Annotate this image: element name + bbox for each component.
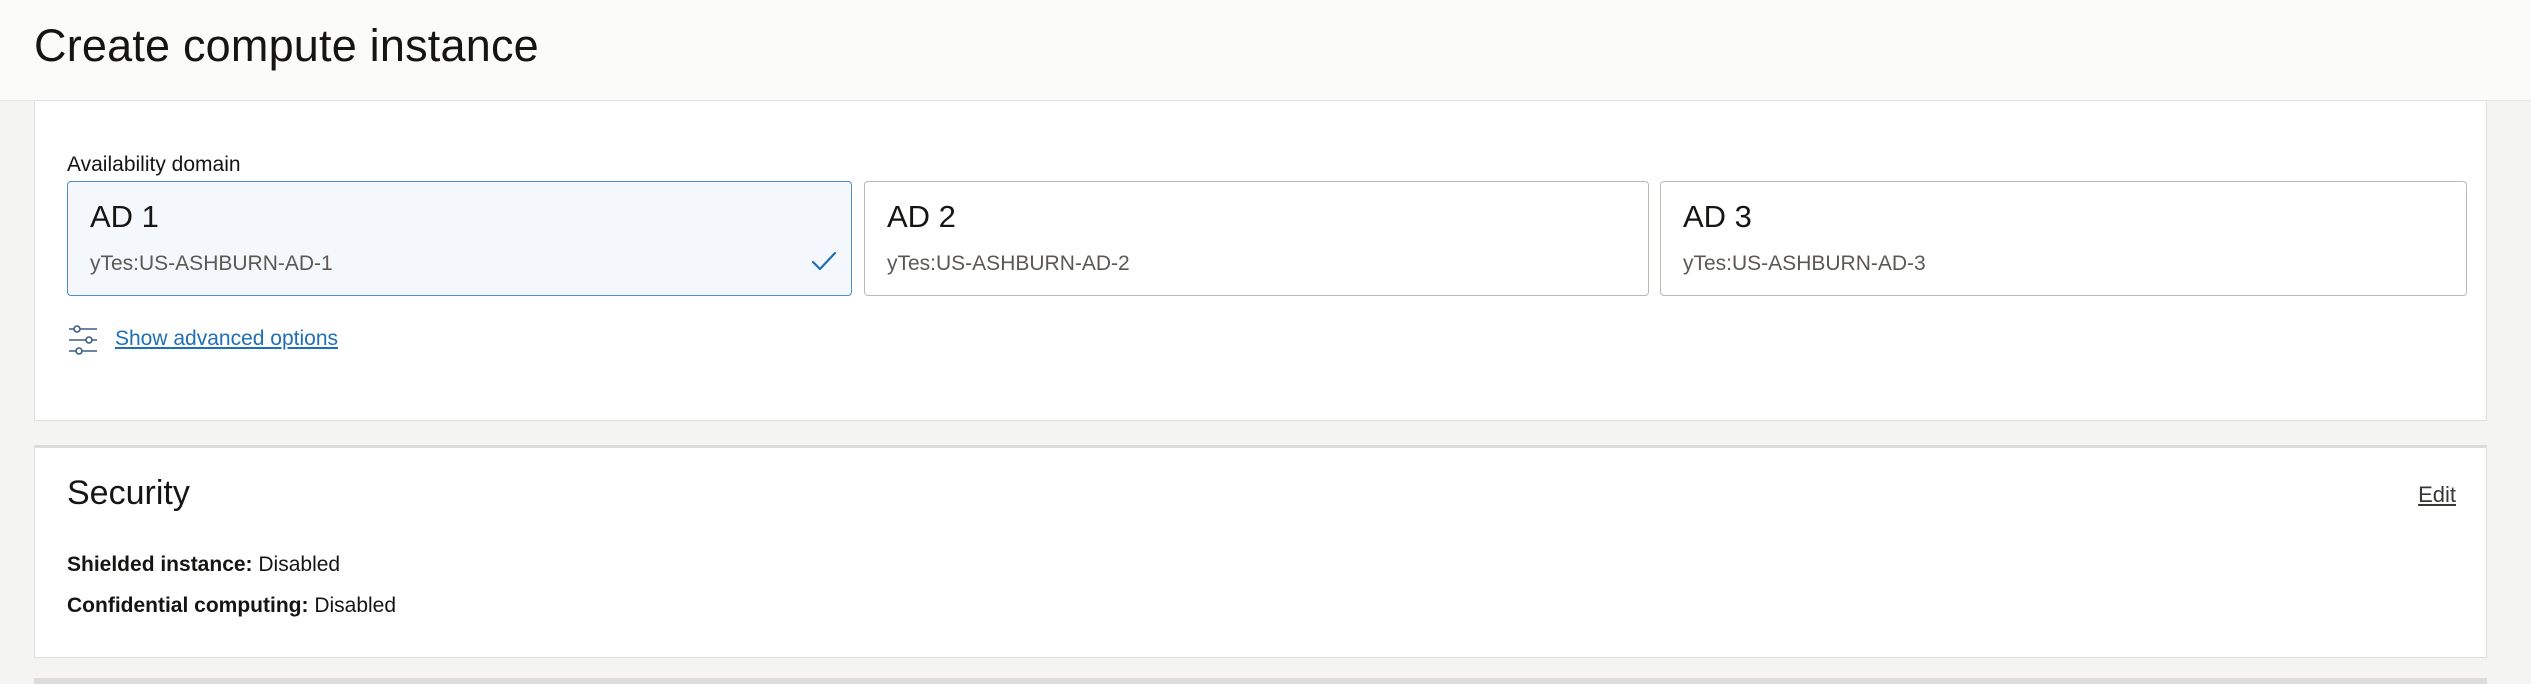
availability-domain-label: Availability domain (67, 153, 241, 176)
shielded-instance-label: Shielded instance: (67, 553, 253, 576)
security-edit-link[interactable]: Edit (2418, 482, 2456, 508)
ad-card-subtitle: yTes:US-ASHBURN-AD-3 (1683, 252, 1926, 275)
sliders-icon (69, 325, 97, 355)
check-icon (811, 251, 837, 271)
confidential-computing-value: Disabled (314, 594, 397, 617)
ad-card-title: AD 3 (1683, 199, 1752, 234)
page-header: Create compute instance (0, 0, 2531, 101)
ad-card-title: AD 1 (90, 199, 159, 234)
ad-card-2[interactable]: AD 2 yTes:US-ASHBURN-AD-2 (864, 181, 1649, 296)
page-title: Create compute instance (34, 20, 539, 71)
ad-card-subtitle: yTes:US-ASHBURN-AD-1 (90, 252, 333, 275)
ad-card-3[interactable]: AD 3 yTes:US-ASHBURN-AD-3 (1660, 181, 2467, 296)
confidential-computing-line: Confidential computing: Disabled (67, 594, 396, 618)
ad-card-title: AD 2 (887, 199, 956, 234)
placement-panel: Availability domain AD 1 yTes:US-ASHBURN… (34, 101, 2487, 421)
security-title: Security (67, 474, 190, 512)
ad-card-1[interactable]: AD 1 yTes:US-ASHBURN-AD-1 (67, 181, 852, 296)
next-panel-edge (34, 678, 2487, 684)
ad-card-subtitle: yTes:US-ASHBURN-AD-2 (887, 252, 1130, 275)
security-panel: Security Edit Shielded instance: Disable… (34, 445, 2487, 658)
shielded-instance-value: Disabled (258, 553, 341, 576)
confidential-computing-label: Confidential computing: (67, 594, 309, 617)
show-advanced-options-link[interactable]: Show advanced options (115, 327, 338, 351)
shielded-instance-line: Shielded instance: Disabled (67, 553, 340, 577)
